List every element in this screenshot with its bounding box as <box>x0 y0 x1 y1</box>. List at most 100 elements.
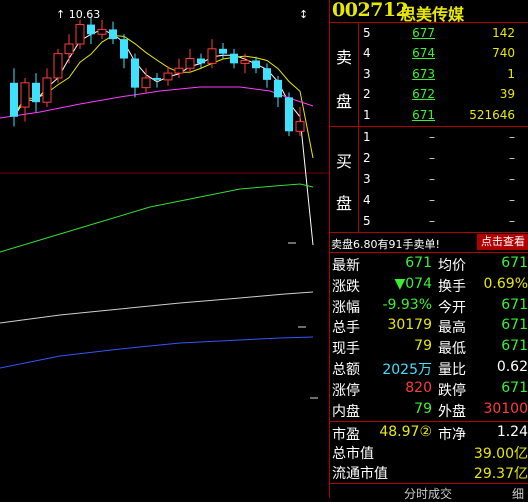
sell-volume: 39 <box>499 87 515 102</box>
candle-body[interactable] <box>42 77 52 103</box>
sell-row[interactable]: 5 677 142 <box>359 23 528 43</box>
sell-volume: 142 <box>492 26 515 40</box>
buy-level: 2 <box>363 151 371 165</box>
quote-value: -9.93% <box>382 296 432 313</box>
buy-volume: – <box>509 130 515 144</box>
quote-value: 0.62 <box>496 359 528 375</box>
buy-level: 3 <box>363 172 371 186</box>
candle-body[interactable] <box>163 72 173 81</box>
candle-body[interactable] <box>109 29 117 40</box>
candle-body[interactable] <box>285 97 293 132</box>
quote-label: 内盘 <box>332 403 360 420</box>
buy-row[interactable]: 3 – – <box>359 169 528 189</box>
sell-level: 3 <box>363 66 371 81</box>
candle-body[interactable] <box>274 79 282 98</box>
float-value: 29.37亿 <box>473 466 528 482</box>
candle-body[interactable] <box>207 48 217 64</box>
candle-body[interactable] <box>32 82 40 103</box>
ma120-line <box>0 291 314 324</box>
kline-chart[interactable]: ↑ 10.63 ↕ <box>0 0 329 498</box>
corner-arrow-icon[interactable]: ↕ <box>299 8 308 21</box>
candle-body[interactable] <box>131 58 139 88</box>
quote-label: 均价 <box>438 258 466 274</box>
quote-value: 30179 <box>387 317 432 334</box>
sell-level: 5 <box>363 26 371 40</box>
quote-value: 671 <box>501 255 528 271</box>
quote-label: 总手 <box>332 320 360 337</box>
buy-row[interactable]: 5 – – <box>359 211 528 231</box>
candle-body[interactable] <box>20 82 30 108</box>
view-button[interactable]: 点击查看 <box>477 234 528 250</box>
quote-value: 671 <box>501 296 528 313</box>
candle-body[interactable] <box>10 82 18 117</box>
sell-price: 672 <box>412 87 435 102</box>
sell-volume: 521646 <box>469 107 515 122</box>
bottom-tabs: 分时成交 细 <box>330 483 528 502</box>
buy-level: 5 <box>363 214 371 228</box>
quote-value: 79 <box>414 338 432 355</box>
sell-price: 677 <box>412 26 435 40</box>
buy-row[interactable]: 4 – – <box>359 190 528 210</box>
sell-row[interactable]: 4 674 740 <box>359 43 528 63</box>
ma60-line <box>0 183 314 253</box>
candle-body[interactable] <box>230 53 238 64</box>
quote-panel: 002712 思美传媒 卖 盘 5 677 142 4 674 740 3 673 1 2 672 3… <box>329 0 528 502</box>
quote-value: 671 <box>501 379 528 396</box>
quote-label: 总额 <box>332 362 360 378</box>
buy-row[interactable]: 1 – – <box>359 127 528 147</box>
quote-label: 现手 <box>332 341 360 358</box>
candle-body[interactable] <box>240 59 250 64</box>
quote-label: 最新 <box>332 258 360 274</box>
buy-price: – <box>429 214 435 228</box>
candle-body[interactable] <box>174 67 184 74</box>
candle-body[interactable] <box>64 43 74 55</box>
quote-label: 最低 <box>438 341 466 358</box>
candle-body[interactable] <box>75 24 85 45</box>
quote-label: 量比 <box>438 362 466 378</box>
quote-label: 外盘 <box>438 403 466 420</box>
sell-row[interactable]: 2 672 39 <box>359 84 528 104</box>
candle-body[interactable] <box>120 39 128 59</box>
buy-row[interactable]: 2 – – <box>359 148 528 168</box>
quote-value: 0.69% <box>483 275 528 292</box>
candle-body[interactable] <box>197 58 205 64</box>
tab-detail[interactable]: 细 <box>512 485 524 502</box>
quote-value: 30100 <box>483 400 528 417</box>
quote-value: ▼074 <box>394 275 433 292</box>
sell-price: 673 <box>412 66 435 81</box>
pe-value: 48.97② <box>379 424 432 440</box>
candle-body[interactable] <box>87 24 95 35</box>
sell-price: 671 <box>412 107 435 122</box>
candle-body[interactable] <box>153 77 161 80</box>
candle-body[interactable] <box>97 28 107 35</box>
sell-row[interactable]: 1 671 521646 <box>359 105 528 125</box>
notice-text: 卖盘6.80有91手卖单! <box>331 238 440 251</box>
candle-body[interactable] <box>53 53 63 79</box>
quote-label: 换手 <box>438 278 466 295</box>
candle-body[interactable] <box>295 121 305 132</box>
candle-body[interactable] <box>141 77 151 89</box>
stock-header: 002712 思美传媒 <box>330 0 528 25</box>
candle-body[interactable] <box>252 60 260 69</box>
buy-label-1: 买 <box>335 152 352 171</box>
stock-code[interactable]: 002712 <box>332 0 409 21</box>
buy-volume: – <box>509 214 515 228</box>
quote-label: 今开 <box>438 299 466 316</box>
buy-level: 1 <box>363 130 371 144</box>
buy-level: 4 <box>363 193 371 207</box>
sell-level: 4 <box>363 46 371 61</box>
pb-label: 市净 <box>438 427 466 443</box>
buy-price: – <box>429 130 435 144</box>
candle-body[interactable] <box>219 48 227 54</box>
tab-trades[interactable]: 分时成交 <box>404 485 452 502</box>
max-price-marker: ↑ 10.63 <box>56 8 100 21</box>
candle-body[interactable] <box>263 68 271 80</box>
sell-volume: 740 <box>492 46 515 61</box>
buy-volume: – <box>509 193 515 207</box>
sell-level: 2 <box>363 87 371 102</box>
quote-value: 671 <box>501 338 528 355</box>
quote-value: 2025万 <box>382 362 432 378</box>
candle-body[interactable] <box>185 58 195 69</box>
sell-row[interactable]: 3 673 1 <box>359 64 528 84</box>
stock-name[interactable]: 思美传媒 <box>400 1 464 25</box>
